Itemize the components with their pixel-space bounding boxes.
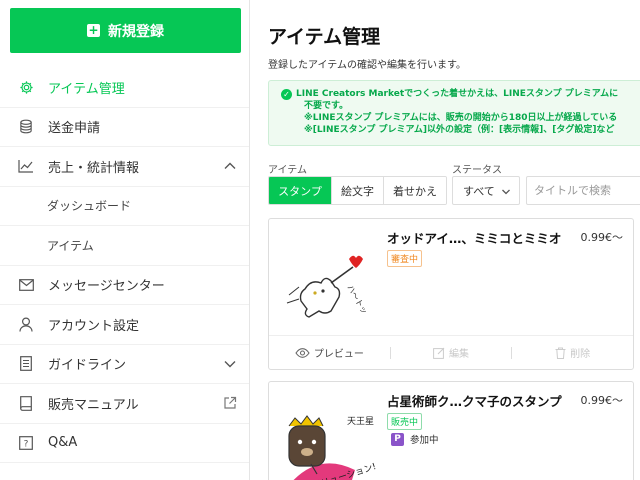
item-name: 占星術師ク…クマ子のスタンプ bbox=[387, 394, 562, 409]
sidebar-item-remittance[interactable]: 送金申請 bbox=[0, 108, 249, 147]
new-registration-label: 新規登録 bbox=[108, 23, 164, 40]
sidebar-item-item-management[interactable]: アイテム管理 bbox=[0, 68, 249, 108]
tab-theme[interactable]: 着せかえ bbox=[384, 177, 446, 204]
tab-emoji[interactable]: 絵文字 bbox=[332, 177, 384, 204]
sidebar-item-label: 送金申請 bbox=[48, 121, 101, 137]
status-select[interactable]: すべて bbox=[452, 176, 520, 205]
sidebar-item-label: 販売マニュアル bbox=[48, 397, 139, 413]
tab-stamp[interactable]: スタンプ bbox=[269, 177, 332, 204]
main-content: アイテム管理 登録したアイテムの確認や編集を行います。 ✓ LINE Creato… bbox=[250, 0, 640, 480]
sidebar-item-label: ガイドライン bbox=[48, 358, 127, 374]
gear-icon bbox=[18, 79, 34, 95]
stamp-thumbnail: 天王星 レボリューション! bbox=[275, 394, 379, 480]
check-circle-icon: ✓ bbox=[281, 89, 292, 100]
sidebar-nav: アイテム管理 送金申請 売上・統計情報 ダッシュボード アイテム メッセージセン… bbox=[0, 68, 249, 463]
premium-participation: P 参加中 bbox=[391, 432, 439, 446]
notice-line-1: LINE Creators Marketでつくった着せかえは、LINEスタンプ … bbox=[296, 89, 619, 99]
preview-button[interactable]: プレビュー bbox=[269, 345, 390, 360]
sidebar-item-label: メッセージセンター bbox=[48, 279, 165, 295]
sidebar-item-account-settings[interactable]: アカウント設定 bbox=[0, 305, 249, 345]
notice-line-4: ※[LINEスタンプ プレミアム]以外の設定（例：[表示情報]、[タグ設定]など bbox=[304, 125, 615, 135]
user-icon bbox=[18, 316, 34, 332]
mail-icon bbox=[18, 277, 34, 293]
sidebar-item-label: 売上・統計情報 bbox=[48, 160, 140, 176]
item-type-tabs: スタンプ 絵文字 着せかえ bbox=[268, 176, 447, 205]
item-actions: プレビュー 編集 削除 bbox=[269, 335, 633, 369]
sidebar-item-label: Q&A bbox=[48, 435, 78, 451]
sidebar-item-label: アカウント設定 bbox=[48, 318, 140, 334]
sidebar-item-items[interactable]: アイテム bbox=[0, 226, 249, 266]
chevron-up-icon bbox=[224, 162, 236, 169]
notice-box: ✓ LINE Creators Marketでつくった着せかえは、LINEスタンプ… bbox=[268, 80, 640, 146]
svg-text:ハ〜トッ: ハ〜トッ bbox=[345, 284, 369, 316]
sidebar-item-label: アイテム管理 bbox=[48, 81, 125, 97]
item-card[interactable]: 天王星 レボリューション! 占星術師ク…クマ子のスタンプ 0.99€〜 販売中 … bbox=[268, 381, 634, 480]
trash-icon bbox=[555, 347, 566, 359]
premium-icon: P bbox=[391, 432, 404, 446]
new-registration-button[interactable]: + 新規登録 bbox=[10, 8, 241, 53]
page-title: アイテム管理 bbox=[268, 26, 381, 48]
status-badge: 販売中 bbox=[387, 413, 423, 430]
sidebar-item-dashboard[interactable]: ダッシュボード bbox=[0, 187, 249, 226]
eye-icon bbox=[295, 347, 310, 358]
status-select-value: すべて bbox=[463, 184, 495, 198]
page-description: 登録したアイテムの確認や編集を行います。 bbox=[268, 60, 466, 71]
notice-line-3: ※LINEスタンプ プレミアムには、販売の開始から180日以上が経過している bbox=[304, 113, 618, 123]
item-price: 0.99€〜 bbox=[580, 231, 624, 244]
sidebar-item-sales-manual[interactable]: 販売マニュアル bbox=[0, 384, 249, 424]
sidebar-item-guidelines[interactable]: ガイドライン bbox=[0, 345, 249, 384]
delete-button[interactable]: 削除 bbox=[512, 345, 633, 360]
question-icon: ? bbox=[18, 435, 34, 451]
item-name: オッドアイ…、ミミコとミミオ bbox=[387, 231, 562, 246]
book-icon bbox=[18, 395, 34, 411]
edit-icon bbox=[433, 347, 445, 359]
sidebar-item-label: ダッシュボード bbox=[47, 199, 132, 214]
plus-icon: + bbox=[87, 23, 100, 37]
sidebar-item-message-center[interactable]: メッセージセンター bbox=[0, 266, 249, 305]
sidebar: + 新規登録 アイテム管理 送金申請 売上・統計情報 ダッシュボード アイテム … bbox=[0, 0, 250, 480]
item-filter-label: アイテム bbox=[268, 165, 307, 176]
item-price: 0.99€〜 bbox=[580, 394, 624, 407]
svg-text:?: ? bbox=[24, 439, 29, 449]
chart-icon bbox=[18, 158, 34, 174]
sidebar-item-sales-stats[interactable]: 売上・統計情報 bbox=[0, 147, 249, 187]
chevron-down-icon bbox=[224, 360, 236, 367]
stamp-thumbnail: ハ〜トッ bbox=[275, 231, 379, 335]
coins-icon bbox=[18, 119, 34, 135]
external-link-icon bbox=[224, 396, 237, 409]
document-icon bbox=[18, 356, 34, 372]
status-filter-label: ステータス bbox=[452, 165, 502, 176]
chevron-down-icon bbox=[502, 189, 510, 195]
item-card[interactable]: ハ〜トッ オッドアイ…、ミミコとミミオ 0.99€〜 審査中 プレビュー 編集 … bbox=[268, 218, 634, 370]
premium-label: 参加中 bbox=[410, 435, 439, 446]
svg-text:天王星: 天王星 bbox=[347, 416, 374, 427]
notice-line-2: 不要です。 bbox=[304, 101, 349, 111]
edit-button[interactable]: 編集 bbox=[391, 345, 512, 360]
sidebar-item-label: アイテム bbox=[47, 238, 94, 253]
status-badge: 審査中 bbox=[387, 250, 423, 267]
title-search-input[interactable] bbox=[526, 176, 640, 205]
sidebar-item-qa[interactable]: ? Q&A bbox=[0, 424, 249, 463]
